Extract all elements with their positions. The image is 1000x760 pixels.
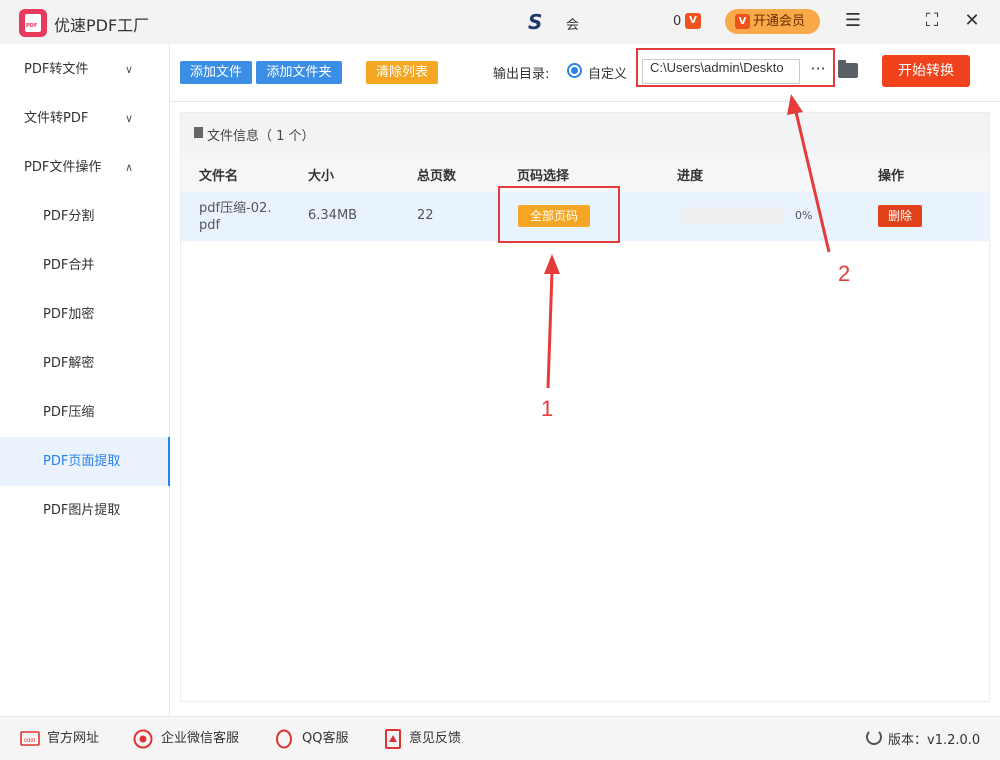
wechat-service-link[interactable]: 企业微信客服: [161, 729, 239, 749]
wechat-service-icon: [133, 729, 153, 749]
annotation-number-1: 1: [541, 396, 554, 421]
svg-text:com: com: [24, 738, 35, 744]
website-icon: com: [20, 731, 40, 746]
footer: com 官方网址 企业微信客服 QQ客服 意见反馈 版本：v1.2.0.0: [0, 716, 1000, 760]
feedback-link[interactable]: 意见反馈: [409, 729, 461, 749]
annotation-arrow-2: [787, 94, 831, 253]
feedback-pdf-icon: [385, 729, 401, 749]
website-link[interactable]: 官方网址: [47, 729, 99, 749]
annotation-arrow-1: [544, 254, 560, 389]
qq-icon: [276, 729, 292, 749]
qq-service-link[interactable]: QQ客服: [302, 729, 348, 749]
annotation-arrows: [544, 94, 831, 389]
annotation-number-2: 2: [838, 261, 851, 286]
refresh-icon[interactable]: [866, 729, 882, 745]
version-text: 版本：v1.2.0.0: [888, 733, 981, 748]
